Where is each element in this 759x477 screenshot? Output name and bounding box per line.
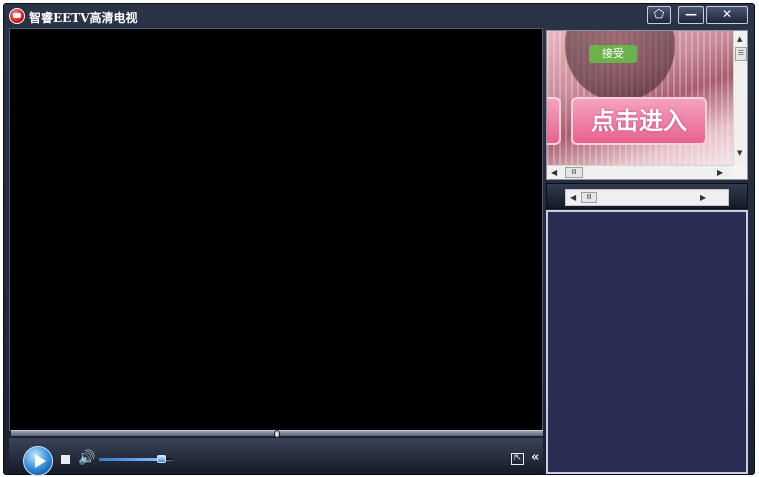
volume-level-fill [99, 458, 162, 461]
fullscreen-button[interactable]: ⇱ [511, 453, 524, 465]
scroll-right-icon[interactable]: ▶ [717, 168, 723, 177]
volume-slider-thumb[interactable] [157, 455, 166, 463]
close-button[interactable]: ✕ [706, 6, 748, 24]
vertical-scroll-thumb[interactable]: ☰ [735, 47, 747, 61]
skin-icon: ⬠ [653, 7, 665, 21]
seek-thumb[interactable] [274, 430, 280, 438]
title-bar[interactable]: 智睿EETV高清电视 ⬠ — ✕ [4, 4, 754, 29]
video-display[interactable] [9, 28, 543, 431]
volume-slider[interactable] [99, 455, 173, 463]
ad-horizontal-scrollbar[interactable]: ◀ Ⅲ ▶ [547, 165, 733, 179]
app-logo-icon [9, 8, 25, 24]
scroll-down-icon[interactable]: ▼ [737, 149, 742, 157]
scroll-left-icon[interactable]: ◀ [570, 193, 576, 202]
control-bar: 🔊 ⇱ « [9, 438, 543, 476]
channel-strip-scrollbar[interactable]: ◀ Ⅲ ▶ [565, 189, 729, 206]
ad-vertical-scrollbar[interactable]: ▲ ☰ ▼ [733, 31, 747, 165]
minimize-button[interactable]: — [678, 6, 704, 24]
seek-bar[interactable] [11, 430, 543, 438]
scroll-right-icon[interactable]: ▶ [700, 193, 706, 202]
scroll-up-icon[interactable]: ▲ [737, 35, 742, 43]
channel-list-panel[interactable] [546, 210, 748, 474]
ad-banner-fragment [547, 97, 561, 145]
close-icon: ✕ [721, 7, 733, 21]
window-title: 智睿EETV高清电视 [29, 11, 138, 25]
ad-image[interactable]: 接受 点击进入 [547, 31, 733, 165]
ad-photo-figure [565, 31, 675, 101]
enter-button[interactable]: 点击进入 [571, 97, 707, 145]
channel-strip: ◀ Ⅲ ▶ [546, 183, 748, 209]
minimize-icon: — [685, 7, 697, 21]
ad-panel: 接受 点击进入 ▲ ☰ ▼ ◀ Ⅲ ▶ [546, 30, 748, 180]
scroll-left-icon[interactable]: ◀ [551, 168, 557, 177]
app-window: 智睿EETV高清电视 ⬠ — ✕ 🔊 ⇱ « 接受 点击进入 ▲ ☰ ▼ ◀ Ⅲ… [3, 3, 755, 476]
stop-button[interactable] [61, 455, 70, 464]
accept-button[interactable]: 接受 [589, 45, 637, 63]
skin-button[interactable]: ⬠ [647, 6, 671, 24]
horizontal-scroll-thumb[interactable]: Ⅲ [565, 167, 583, 178]
horizontal-scroll-thumb[interactable]: Ⅲ [581, 192, 597, 203]
volume-icon[interactable]: 🔊 [78, 450, 95, 466]
play-button[interactable] [23, 446, 53, 476]
collapse-panel-button[interactable]: « [531, 450, 539, 465]
